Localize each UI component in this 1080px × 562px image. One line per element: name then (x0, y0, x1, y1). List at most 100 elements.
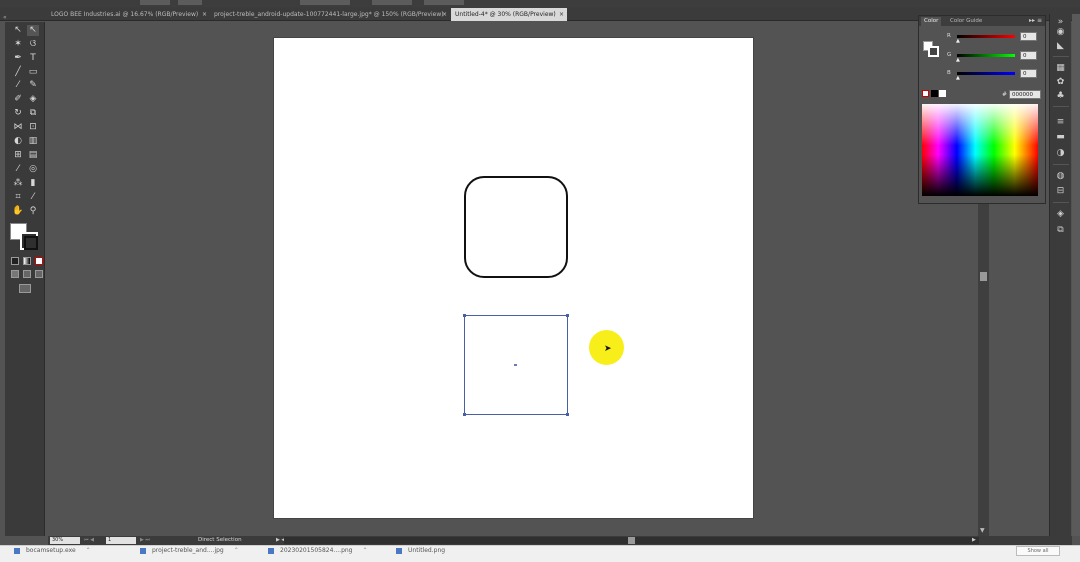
close-icon[interactable]: × (442, 8, 447, 21)
tab-color-guide[interactable]: Color Guide (947, 17, 985, 26)
layers-icon[interactable]: ◈ (1055, 209, 1066, 219)
none-mode-icon[interactable] (35, 257, 43, 265)
anchor-point[interactable] (566, 314, 569, 317)
show-all-button[interactable]: Show all (1016, 546, 1060, 556)
blue-slider[interactable] (957, 72, 1015, 75)
download-item[interactable]: project-treble_and....jpg ⌃ (140, 547, 239, 555)
blob-brush-icon[interactable]: ✐ (12, 94, 24, 105)
rotate-icon[interactable]: ↻ (12, 108, 24, 119)
pen-icon[interactable]: ✒ (12, 53, 24, 64)
download-item[interactable]: Untitled.png (396, 547, 445, 555)
paintbrush-icon[interactable]: ⁄ (12, 80, 24, 91)
graphic-styles-icon[interactable]: ◣ (1055, 41, 1066, 51)
draw-behind-icon[interactable] (23, 270, 31, 278)
chevron-down-icon[interactable]: ⌃ (363, 547, 368, 554)
double-arrow-icon[interactable]: » (1055, 17, 1066, 27)
hand-icon[interactable]: ✋ (12, 206, 24, 217)
artboard[interactable] (274, 38, 753, 518)
width-icon[interactable]: ⋈ (12, 122, 24, 133)
tab-logo-bee[interactable]: LOGO BEE Industries.ai @ 16.67% (RGB/Pre… (47, 8, 210, 21)
perspective-grid-icon[interactable]: ▥ (27, 136, 39, 147)
rounded-rectangle-shape[interactable] (464, 176, 568, 278)
scroll-down-icon[interactable]: ▼ (980, 527, 985, 534)
gradient-panel-icon[interactable]: ▬ (1055, 132, 1066, 142)
color-mode-icon[interactable] (11, 257, 19, 265)
color-panel-icon[interactable]: ◍ (1055, 171, 1066, 181)
anchor-point[interactable] (463, 413, 466, 416)
slice-icon[interactable]: ⁄ (27, 192, 39, 203)
free-transform-icon[interactable]: ⊡ (27, 122, 39, 133)
tab-project-treble[interactable]: project-treble_android-update-100772441-… (210, 8, 450, 21)
chevron-down-icon[interactable]: ⌃ (234, 547, 239, 554)
scroll-right-icon[interactable]: ▶ (972, 536, 976, 545)
screen-mode-icon[interactable] (19, 284, 31, 293)
shape-builder-icon[interactable]: ◐ (12, 136, 24, 147)
direct-selection-icon[interactable]: ↖ (27, 25, 39, 36)
artboards-icon[interactable]: ⧉ (1055, 225, 1066, 235)
download-item[interactable]: 20230201505824....png ⌃ (268, 547, 368, 555)
none-swatch[interactable] (922, 90, 929, 97)
panel-menu-icon[interactable]: ▸▸ ≡ (1029, 17, 1042, 24)
red-slider[interactable] (957, 35, 1015, 38)
appearance-icon[interactable]: ◉ (1055, 27, 1066, 37)
line-icon[interactable]: ╱ (12, 67, 24, 78)
page-field[interactable]: 1 (106, 537, 136, 544)
type-icon[interactable]: T (27, 53, 39, 64)
swatches-icon[interactable]: ▦ (1055, 63, 1066, 73)
chevron-down-icon[interactable]: ⌃ (86, 547, 91, 554)
download-item[interactable]: bocamsetup.exe ⌃ (14, 547, 91, 555)
rectangle-icon[interactable]: ▭ (27, 67, 39, 78)
horizontal-scrollbar[interactable] (284, 537, 979, 544)
draw-normal-icon[interactable] (11, 270, 19, 278)
next-page-icon[interactable]: ▶ ⏭ (140, 536, 150, 545)
selection-icon[interactable]: ↖ (12, 25, 24, 36)
magic-wand-icon[interactable]: ✶ (12, 39, 24, 50)
artboard-icon[interactable]: ⌗ (12, 192, 24, 203)
lasso-icon[interactable]: ଓ (27, 39, 39, 50)
blend-icon[interactable]: ◎ (27, 164, 39, 175)
file-icon (268, 547, 274, 554)
symbol-sprayer-icon[interactable]: ⁂ (12, 178, 24, 189)
selected-rectangle-shape[interactable] (463, 314, 569, 416)
white-swatch[interactable] (939, 90, 946, 97)
stroke-swatch[interactable] (20, 232, 38, 250)
symbols-icon[interactable]: ♣ (1055, 91, 1066, 101)
stroke-swatch[interactable] (928, 46, 939, 57)
slider-handle-icon[interactable]: ▲ (956, 75, 960, 81)
black-swatch[interactable] (931, 90, 938, 97)
slider-handle-icon[interactable]: ▲ (956, 38, 960, 44)
red-value-field[interactable]: 0 (1020, 32, 1037, 41)
mesh-icon[interactable]: ⊞ (12, 150, 24, 161)
brushes-icon[interactable]: ✿ (1055, 77, 1066, 87)
pencil-icon[interactable]: ✎ (27, 80, 39, 91)
color-guide-icon[interactable]: ⊟ (1055, 186, 1066, 196)
close-icon[interactable]: × (559, 8, 564, 21)
green-slider[interactable] (957, 54, 1015, 57)
transparency-icon[interactable]: ◑ (1055, 148, 1066, 158)
zoom-icon[interactable]: ⚲ (27, 206, 39, 217)
tab-untitled-4[interactable]: Untitled-4* @ 30% (RGB/Preview) × (451, 8, 567, 21)
green-value-field[interactable]: 0 (1020, 51, 1037, 60)
close-icon[interactable]: × (202, 8, 207, 21)
vertical-scrollbar[interactable]: ▼ (978, 200, 989, 536)
gradient-icon[interactable]: ▤ (27, 150, 39, 161)
eraser-icon[interactable]: ◈ (27, 94, 39, 105)
draw-inside-icon[interactable] (35, 270, 43, 278)
scroll-thumb[interactable] (628, 537, 635, 544)
anchor-point[interactable] (463, 314, 466, 317)
zoom-field[interactable]: 30% (50, 537, 80, 544)
scroll-thumb[interactable] (980, 272, 987, 281)
first-page-icon[interactable]: ⏮ ◀ (84, 536, 94, 545)
scale-icon[interactable]: ⧉ (27, 108, 39, 119)
hex-field[interactable]: 000000 (1009, 90, 1041, 99)
tab-color[interactable]: Color (921, 17, 942, 26)
slider-handle-icon[interactable]: ▲ (956, 57, 960, 63)
anchor-point[interactable] (566, 413, 569, 416)
gradient-mode-icon[interactable] (23, 257, 31, 265)
column-graph-icon[interactable]: ▮ (27, 178, 39, 189)
stroke-icon[interactable]: ≡ (1055, 117, 1066, 127)
collapse-icon[interactable]: « (3, 14, 7, 21)
blue-value-field[interactable]: 0 (1020, 69, 1037, 78)
color-spectrum[interactable] (922, 104, 1038, 196)
eyedropper-icon[interactable]: ⁄ (12, 164, 24, 175)
